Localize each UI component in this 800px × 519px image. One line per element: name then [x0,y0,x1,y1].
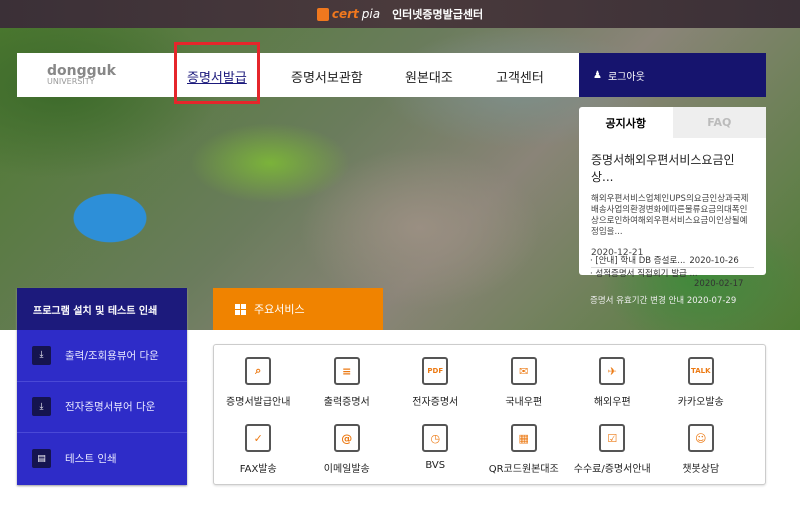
service-chatbot[interactable]: ☺ 챗봇상담 [657,420,746,487]
certpia-logo-icon [316,7,329,21]
logout-button[interactable]: ♟ 로그아웃 [579,53,766,97]
service-label: QR코드원본대조 [488,464,559,475]
printer-icon: ▤ [32,449,51,469]
checklist-icon: ☑ [599,424,626,452]
tab-faq[interactable]: FAQ [672,107,766,138]
service-international-mail[interactable]: ✈ 해외우편 [568,353,657,420]
search-document-icon: ⌕ [245,357,272,385]
service-search-document[interactable]: ⌕ 증명서발급안내 [214,353,303,420]
program-install-panel: 프로그램 설치 및 테스트 인쇄 ⤓ 출력/조회용뷰어 다운 ⤓ 전자증명서뷰어 다… [17,288,187,485]
pdf-icon: PDF [422,357,449,385]
main-nav: dongguk UNIVERSITY 증명서발급 증명서보관함 원본대조 고객센터 [17,53,579,97]
service-label: 증명서발급안내 [226,397,291,408]
envelope-icon: ✉ [510,357,537,385]
printed-document-icon: ≡ [333,357,360,385]
service-kakao-talk[interactable]: TALK 카카오발송 [657,353,746,420]
featured-notice-body: 해외우편서비스업체인UPS의요금인상과국제배송사업의환경변화에따른물류요금의대폭… [591,194,749,237]
notice-item[interactable]: 증명서 유효기간 변경 안내 2020-07-29 [590,294,736,306]
highlight-box [174,42,260,104]
service-label: 이메일발송 [323,464,370,475]
download-e-cert-viewer-button[interactable]: ⤓ 전자증명서뷰어 다운 [17,382,187,433]
featured-notice-title[interactable]: 증명서해외우편서비스요금인상... [591,152,754,186]
nav-certificate-storage[interactable]: 증명서보관함 [291,67,363,86]
service-printed-document[interactable]: ≡ 출력증명서 [303,353,392,420]
service-pdf[interactable]: PDF 전자증명서 [391,353,480,420]
service-label: 해외우편 [593,397,631,408]
panel-title: 프로그램 설치 및 테스트 인쇄 [17,288,187,330]
main-services-grid: ⌕ 증명서발급안내 ≡ 출력증명서 PDF 전자증명서 ✉ 국내우편 ✈ 해외우편 TALK 카카오발… [213,344,766,485]
service-checklist[interactable]: ☑ 수수료/증명서안내 [568,420,657,487]
service-envelope[interactable]: ✉ 국내우편 [480,353,569,420]
fax-icon: ✓ [245,424,272,452]
service-label: 수수료/증명서안내 [573,464,651,475]
tab-main-services[interactable]: 주요서비스 [213,288,383,330]
tab-notice[interactable]: 공지사항 [579,107,673,138]
service-label: 챗봇상담 [682,464,720,475]
download-output-viewer-button[interactable]: ⤓ 출력/조회용뷰어 다운 [17,330,187,382]
test-print-button[interactable]: ▤ 테스트 인쇄 [17,433,187,485]
service-email[interactable]: @ 이메일발송 [303,420,392,487]
notice-item[interactable]: · 성적증명서 직접회기 발급 ... 2020-02-17 [590,267,743,289]
notice-panel: 공지사항 FAQ 증명서해외우편서비스요금인상... 해외우편서비스업체인UPS의… [579,107,766,275]
service-label: FAX발송 [239,464,277,475]
service-label: 국내우편 [505,397,543,408]
kakao-talk-icon: TALK [687,357,714,385]
grid-icon [235,303,246,315]
dongguk-logo[interactable]: dongguk UNIVERSITY [17,64,147,86]
clock-document-icon: ◷ [422,424,449,452]
service-clock-document[interactable]: ◷ BVS [391,420,480,487]
user-icon: ♟ [593,69,602,81]
service-label: BVS [425,460,446,471]
download-icon: ⤓ [32,345,51,365]
notice-item[interactable]: · [안내] 학내 DB 증설로... 2020-10-26 [590,254,739,266]
email-icon: @ [333,424,360,452]
nav-customer-center[interactable]: 고객센터 [496,67,544,86]
qr-code-icon: ▦ [510,424,537,452]
site-title: 인터넷증명발급센터 [392,8,484,21]
certpia-logo[interactable]: cert pia [316,7,380,21]
international-mail-icon: ✈ [599,357,626,385]
service-qr-code[interactable]: ▦ QR코드원본대조 [480,420,569,487]
service-label: 카카오발송 [677,397,724,408]
nav-original-compare[interactable]: 원본대조 [405,67,453,86]
service-label: 전자증명서 [412,397,459,408]
top-bar: cert pia 인터넷증명발급센터 [0,0,800,28]
service-label: 출력증명서 [323,397,370,408]
chatbot-icon: ☺ [687,424,714,452]
service-fax[interactable]: ✓ FAX발송 [214,420,303,487]
download-icon: ⤓ [32,397,51,417]
